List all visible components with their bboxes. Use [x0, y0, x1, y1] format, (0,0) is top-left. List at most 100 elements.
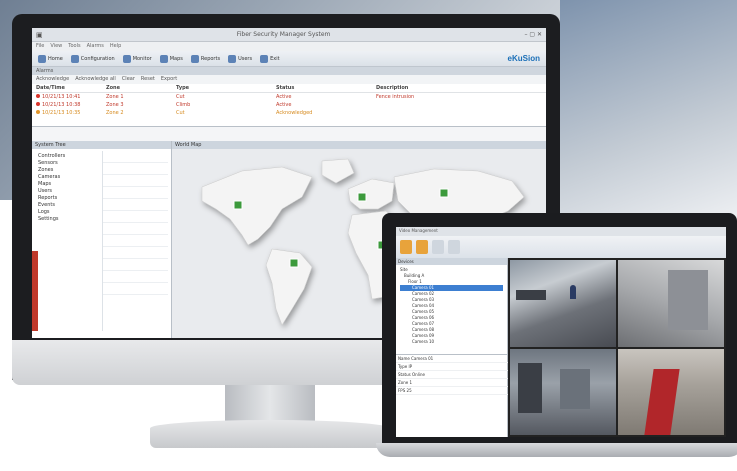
toolbar-exit-button[interactable]: Exit: [260, 54, 280, 63]
property-row[interactable]: Status Online: [396, 371, 508, 379]
acknowledge-all-button[interactable]: Acknowledge all: [75, 76, 116, 83]
column-header[interactable]: Status: [276, 85, 376, 91]
menu-help[interactable]: Help: [110, 43, 121, 50]
menu-view[interactable]: View: [50, 43, 62, 50]
tree-item[interactable]: Zones: [38, 167, 98, 174]
alarm-indicator-strip: [32, 251, 38, 331]
menu-alarms[interactable]: Alarms: [87, 43, 104, 50]
property-row[interactable]: [103, 223, 168, 235]
camera-view-2[interactable]: [618, 260, 724, 347]
alarm-icon: [36, 94, 40, 98]
cell: Cut: [176, 94, 185, 100]
toolbar-home-button[interactable]: Home: [38, 54, 63, 63]
toolbar-label: Exit: [270, 55, 280, 62]
cell: Zone 3: [106, 102, 124, 108]
cell: Climb: [176, 102, 191, 108]
toolbar-label: Reports: [200, 55, 221, 62]
exit-icon: [260, 54, 269, 63]
tree-item[interactable]: Events: [38, 202, 98, 209]
column-header[interactable]: Type: [176, 85, 276, 91]
settings-button[interactable]: [448, 240, 460, 254]
property-row[interactable]: [103, 247, 168, 259]
tree-item[interactable]: Cameras: [38, 174, 98, 181]
window-title: Fiber Security Manager System: [236, 31, 331, 38]
table-row[interactable]: 10/21/13 10:41 Zone 1 Cut Active Fence i…: [32, 93, 546, 101]
tree-item[interactable]: Maps: [38, 181, 98, 188]
toolbar-configuration-button[interactable]: Configuration: [70, 54, 115, 63]
cell: Acknowledged: [276, 110, 313, 116]
reset-button[interactable]: Reset: [141, 76, 155, 83]
tree-item[interactable]: Camera 10: [400, 339, 503, 345]
tree-item[interactable]: Reports: [38, 195, 98, 202]
property-row[interactable]: [103, 187, 168, 199]
app-icon: ▣: [36, 30, 43, 39]
column-header[interactable]: Date/Time: [36, 85, 106, 91]
alarm-icon: [36, 110, 40, 114]
tree-item[interactable]: Users: [38, 188, 98, 195]
tree-item[interactable]: Controllers: [38, 153, 98, 160]
property-row[interactable]: [103, 283, 168, 295]
property-row[interactable]: FPS 25: [396, 387, 508, 395]
cell-text: 10/21/13 10:38: [42, 102, 81, 108]
toolbar-label: Monitor: [132, 55, 152, 62]
property-row[interactable]: [103, 211, 168, 223]
main-toolbar: Home Configuration Monitor Maps Reports …: [32, 51, 546, 67]
alarm-panel-header: Alarms: [32, 67, 546, 75]
table-row[interactable]: 10/21/13 10:35 Zone 2 Cut Acknowledged: [32, 109, 546, 117]
layout-button[interactable]: [432, 240, 444, 254]
users-icon: [228, 54, 237, 63]
property-row[interactable]: [103, 175, 168, 187]
menu-file[interactable]: File: [36, 43, 44, 50]
ribbon-toolbar: [396, 236, 726, 258]
record-button[interactable]: [416, 240, 428, 254]
toolbar-reports-button[interactable]: Reports: [190, 54, 221, 63]
toolbar-maps-button[interactable]: Maps: [159, 54, 183, 63]
acknowledge-button[interactable]: Acknowledge: [36, 76, 69, 83]
cell: 10/21/13 10:38: [36, 102, 106, 108]
panel-title: World Map: [172, 141, 546, 149]
property-row[interactable]: [103, 151, 168, 163]
tree-item[interactable]: Settings: [38, 216, 98, 223]
property-row[interactable]: Zone 1: [396, 379, 508, 387]
column-header[interactable]: Zone: [106, 85, 176, 91]
camera-view-3[interactable]: [510, 348, 616, 435]
map-icon: [159, 54, 168, 63]
cell: Active: [276, 94, 292, 100]
scene-object: [518, 362, 542, 413]
cell: Zone 1: [106, 94, 124, 100]
window-controls[interactable]: – ▢ ✕: [524, 31, 542, 38]
camera-view-4[interactable]: [618, 348, 724, 435]
system-tree: Controllers Sensors Zones Cameras Maps U…: [38, 153, 98, 223]
alarm-toolbar: Acknowledge Acknowledge all Clear Reset …: [32, 75, 546, 84]
tree-item[interactable]: Logs: [38, 209, 98, 216]
alarm-icon: [36, 102, 40, 106]
property-row[interactable]: [103, 235, 168, 247]
toolbar-monitor-button[interactable]: Monitor: [122, 54, 152, 63]
brand-logo: eKuSion: [507, 54, 540, 63]
column-header[interactable]: Description: [376, 85, 476, 91]
monitor-stand-base: [150, 420, 390, 448]
map-marker-icon: [289, 258, 299, 268]
property-row[interactable]: [103, 163, 168, 175]
panel-title: Devices: [396, 258, 507, 265]
product-scene: ▣ Fiber Security Manager System – ▢ ✕ Fi…: [0, 0, 737, 471]
device-tree: Site Building A Floor 1 Camera 01 Camera…: [396, 265, 507, 347]
monitor-icon: [122, 54, 131, 63]
property-row[interactable]: Type IP: [396, 363, 508, 371]
tree-item[interactable]: Sensors: [38, 160, 98, 167]
property-value: 1: [409, 380, 413, 385]
camera-view-1[interactable]: [510, 260, 616, 347]
menu-tools[interactable]: Tools: [68, 43, 80, 50]
toolbar-label: Home: [48, 55, 63, 62]
south-america-shape: [265, 248, 313, 326]
clear-button[interactable]: Clear: [122, 76, 135, 83]
table-row[interactable]: 10/21/13 10:38 Zone 3 Climb Active: [32, 101, 546, 109]
export-button[interactable]: Export: [161, 76, 177, 83]
property-row[interactable]: [103, 259, 168, 271]
laptop-titlebar: Video Management: [396, 227, 726, 236]
property-row[interactable]: [103, 199, 168, 211]
property-row[interactable]: Name Camera 01: [396, 355, 508, 363]
toolbar-users-button[interactable]: Users: [228, 54, 252, 63]
property-row[interactable]: [103, 271, 168, 283]
camera-button[interactable]: [400, 240, 412, 254]
